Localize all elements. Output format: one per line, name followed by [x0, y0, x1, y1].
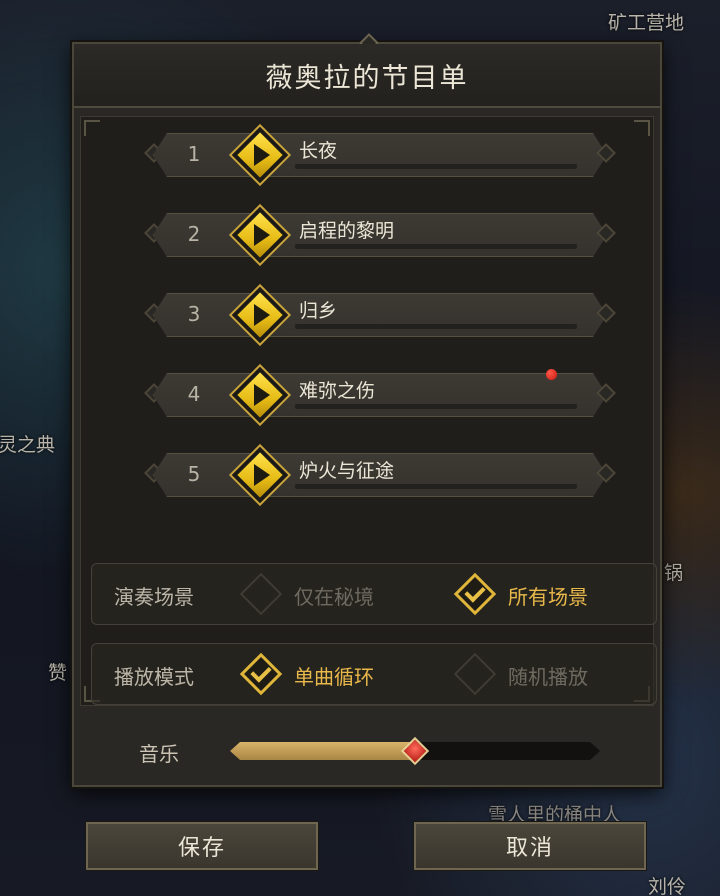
song-progress-track — [295, 484, 577, 489]
song-bar — [153, 373, 607, 417]
play-icon — [254, 224, 270, 246]
play-icon — [254, 464, 270, 486]
song-title: 启程的黎明 — [299, 220, 395, 242]
song-title: 难弥之伤 — [299, 380, 376, 402]
song-row[interactable]: 1 长夜 — [144, 123, 616, 187]
song-progress-track — [295, 404, 577, 409]
scene-option-label: 演奏场景 — [114, 585, 194, 609]
option-text: 所有场景 — [508, 585, 588, 609]
bg-label-bottom-right: 刘伶 — [648, 876, 687, 896]
play-icon — [254, 384, 270, 406]
cancel-button[interactable]: 取消 — [414, 822, 646, 870]
volume-fill — [230, 742, 415, 760]
song-title: 长夜 — [299, 140, 338, 162]
play-button[interactable] — [228, 283, 292, 347]
playlist-panel: 薇奥拉的节目单 1 长夜 2 启程的黎明 3 归乡 4 难弥之伤 5 炉火与征途… — [72, 33, 662, 787]
song-bar — [153, 293, 607, 337]
song-row[interactable]: 3 归乡 — [144, 283, 616, 347]
song-progress-track — [295, 244, 577, 249]
song-number: 2 — [187, 222, 201, 246]
bg-label-left-2: 赞 — [48, 662, 68, 684]
notification-dot — [546, 369, 557, 380]
volume-knob[interactable] — [400, 736, 430, 766]
panel-body: 1 长夜 2 启程的黎明 3 归乡 4 难弥之伤 5 炉火与征途 演奏场景 仅在… — [80, 116, 657, 706]
bg-label-left: 灵之典 — [0, 434, 56, 456]
title-bar: 薇奥拉的节目单 — [74, 44, 660, 108]
check-icon — [453, 652, 497, 696]
bg-label-miner-camp: 矿工营地 — [608, 12, 685, 34]
option-text: 单曲循环 — [294, 665, 374, 689]
song-title: 归乡 — [299, 300, 338, 322]
song-progress-track — [295, 164, 577, 169]
panel-title: 薇奥拉的节目单 — [265, 62, 469, 94]
play-button[interactable] — [228, 443, 292, 507]
song-progress-track — [295, 324, 577, 329]
option-text: 仅在秘境 — [294, 585, 374, 609]
play-icon — [254, 144, 270, 166]
song-row[interactable]: 2 启程的黎明 — [144, 203, 616, 267]
mode-option-row: 播放模式 单曲循环 随机播放 — [91, 643, 657, 705]
song-number: 5 — [187, 462, 201, 486]
play-button[interactable] — [228, 123, 292, 187]
song-number: 4 — [187, 382, 201, 406]
play-button[interactable] — [228, 363, 292, 427]
song-number: 3 — [187, 302, 201, 326]
check-icon — [239, 572, 283, 616]
play-icon — [254, 304, 270, 326]
save-button[interactable]: 保存 — [86, 822, 318, 870]
music-volume-label: 音乐 — [139, 742, 179, 766]
song-row[interactable]: 5 炉火与征途 — [144, 443, 616, 507]
song-row[interactable]: 4 难弥之伤 — [144, 363, 616, 427]
bg-label-right: 锅 — [664, 562, 684, 584]
mode-option-label: 播放模式 — [114, 665, 194, 689]
song-title: 炉火与征途 — [299, 460, 395, 482]
option-text: 随机播放 — [508, 665, 588, 689]
song-list[interactable]: 1 长夜 2 启程的黎明 3 归乡 4 难弥之伤 5 炉火与征途 — [81, 117, 653, 531]
song-bar — [153, 133, 607, 177]
song-number: 1 — [187, 142, 201, 166]
scene-option-row: 演奏场景 仅在秘境 所有场景 — [91, 563, 657, 625]
play-button[interactable] — [228, 203, 292, 267]
